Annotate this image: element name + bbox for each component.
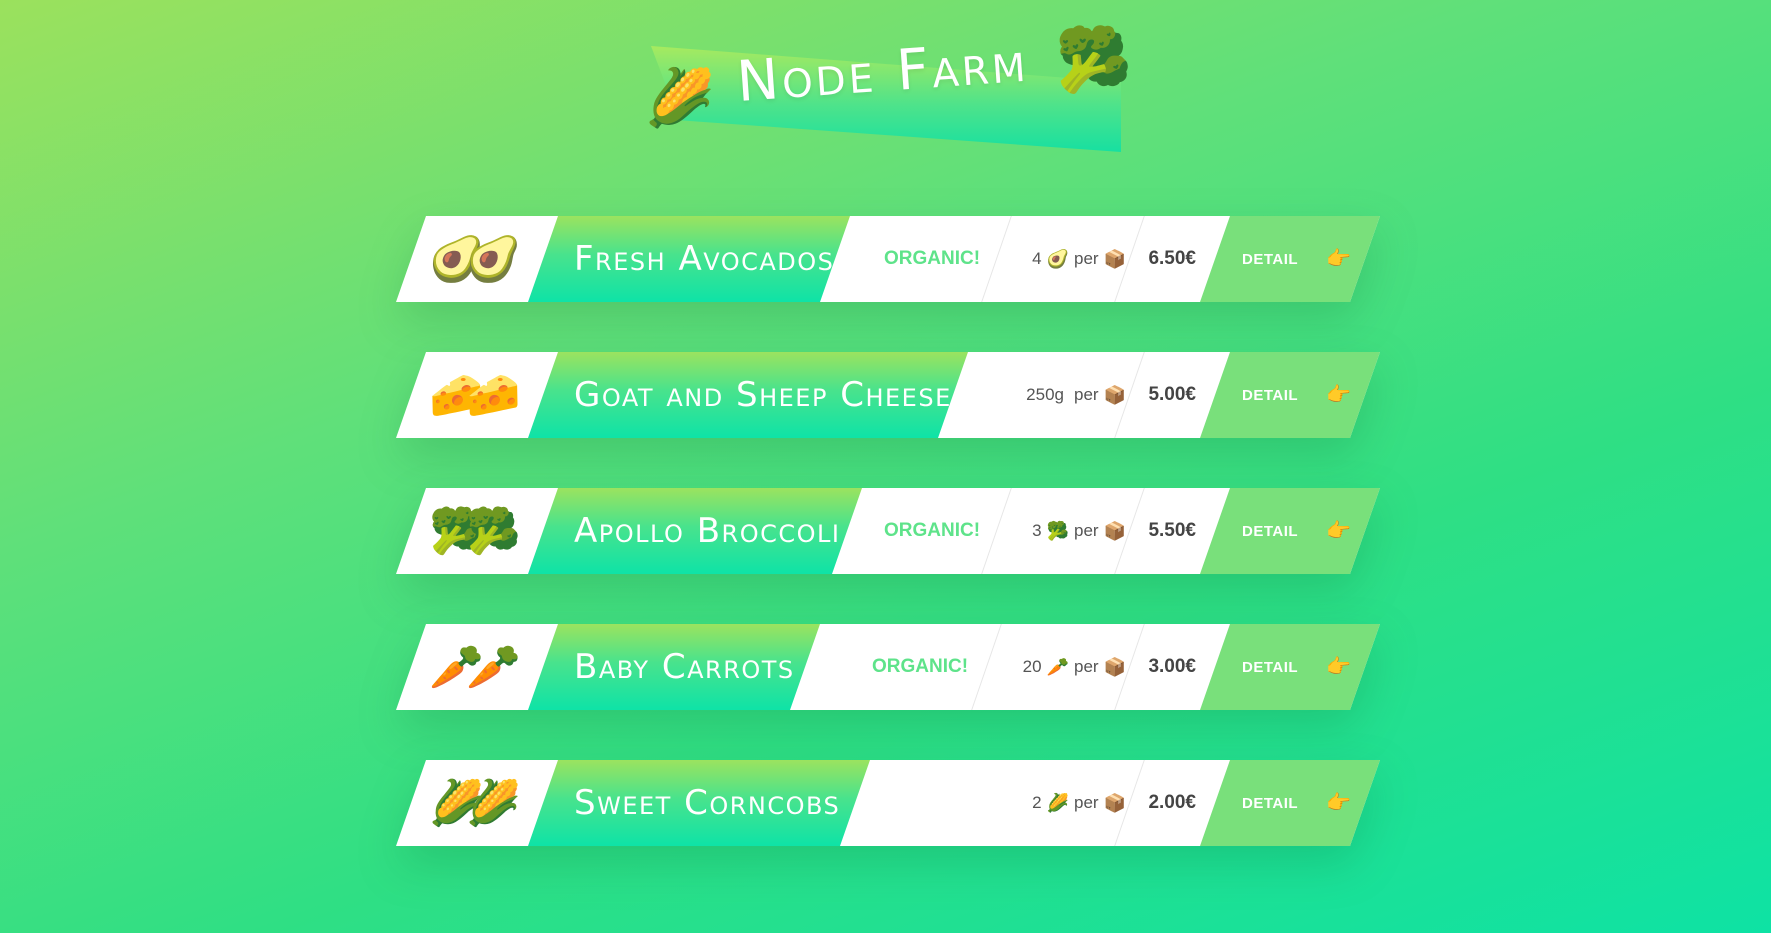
product-quantity: 2 🌽 per 📦 (1006, 760, 1126, 846)
per-label: per (1074, 385, 1099, 404)
quantity-count: 3 (1032, 521, 1042, 540)
product-name: Fresh Avocados (574, 239, 835, 279)
product-price: 3.00€ (1148, 656, 1196, 677)
detail-label: DETAIL (1242, 658, 1299, 676)
quantity-count: 250g (1026, 385, 1064, 404)
pointing-hand-icon: 👉 (1326, 792, 1351, 814)
product-name: Apollo Broccoli (574, 511, 841, 551)
detail-label: DETAIL (1242, 250, 1299, 268)
product-list: 🥑🥑 Fresh Avocados ORGANIC! 4 🥑 per 📦 6.5… (396, 216, 1380, 896)
pointing-hand-icon: 👉 (1326, 248, 1351, 270)
broccoli-icon: 🥦 (1055, 26, 1133, 95)
pointing-hand-icon: 👉 (1326, 520, 1351, 542)
product-price: 2.00€ (1148, 792, 1196, 813)
product-card: 🌽🌽 Sweet Corncobs 2 🌽 per 📦 2.00€ DETAIL… (396, 760, 1380, 846)
per-label: per (1074, 657, 1099, 676)
box-icon: 📦 (1103, 656, 1126, 677)
product-name-cell: Goat and Sheep Cheese (528, 352, 968, 438)
product-quantity: 20 🥕 per 📦 (1006, 624, 1126, 710)
broccoli-icon: 🥦🥦 (429, 507, 521, 556)
box-icon: 📦 (1103, 520, 1126, 541)
product-name: Goat and Sheep Cheese (574, 375, 952, 415)
box-icon: 📦 (1103, 384, 1126, 405)
quantity-count: 20 (1022, 657, 1042, 676)
product-price: 5.00€ (1148, 384, 1196, 405)
carrot-icon: 🥕 (1046, 656, 1069, 677)
product-card: 🥑🥑 Fresh Avocados ORGANIC! 4 🥑 per 📦 6.5… (396, 216, 1380, 302)
organic-badge: ORGANIC! (872, 656, 969, 677)
pointing-hand-icon: 👉 (1326, 384, 1351, 406)
product-quantity: 3 🥦 per 📦 (1006, 488, 1126, 574)
organic-badge: ORGANIC! (884, 520, 981, 541)
product-price: 6.50€ (1148, 248, 1196, 269)
corn-icon: 🌽 (645, 66, 715, 129)
broccoli-icon: 🥦 (1046, 520, 1069, 541)
box-icon: 📦 (1103, 248, 1126, 269)
detail-button[interactable]: DETAIL 👉 (1200, 216, 1380, 302)
product-name: Sweet Corncobs (574, 783, 841, 823)
quantity-count: 4 (1032, 249, 1042, 268)
product-name: Baby Carrots (574, 647, 795, 687)
cheese-icon: 🧀🧀 (429, 371, 521, 420)
product-quantity: 4 🥑 per 📦 (1006, 216, 1126, 302)
product-card: 🧀🧀 Goat and Sheep Cheese 250g per 📦 5.00… (396, 352, 1380, 438)
corn-icon: 🌽 (1046, 792, 1069, 813)
box-icon: 📦 (1103, 792, 1126, 813)
detail-button[interactable]: DETAIL 👉 (1200, 352, 1380, 438)
product-price: 5.50€ (1148, 520, 1196, 541)
site-header: 🌽 Node Farm 🥦 (645, 30, 1135, 160)
detail-label: DETAIL (1242, 522, 1299, 540)
product-name-cell: Baby Carrots (528, 624, 820, 710)
quantity-count: 2 (1032, 793, 1042, 812)
product-card: 🥦🥦 Apollo Broccoli ORGANIC! 3 🥦 per 📦 5.… (396, 488, 1380, 574)
pointing-hand-icon: 👉 (1326, 656, 1351, 678)
detail-label: DETAIL (1242, 794, 1299, 812)
per-label: per (1074, 793, 1099, 812)
corn-icon: 🌽🌽 (429, 779, 521, 828)
detail-button[interactable]: DETAIL 👉 (1200, 624, 1380, 710)
product-name-cell: Sweet Corncobs (528, 760, 870, 846)
detail-button[interactable]: DETAIL 👉 (1200, 760, 1380, 846)
organic-badge: ORGANIC! (884, 248, 981, 269)
detail-label: DETAIL (1242, 386, 1299, 404)
product-name-cell: Fresh Avocados (528, 216, 850, 302)
avocado-icon: 🥑 (1046, 248, 1069, 269)
per-label: per (1074, 521, 1099, 540)
detail-button[interactable]: DETAIL 👉 (1200, 488, 1380, 574)
product-name-cell: Apollo Broccoli (528, 488, 862, 574)
per-label: per (1074, 249, 1099, 268)
product-card: 🥕🥕 Baby Carrots ORGANIC! 20 🥕 per 📦 3.00… (396, 624, 1380, 710)
avocado-icon: 🥑🥑 (429, 235, 521, 284)
carrot-icon: 🥕🥕 (429, 643, 521, 692)
product-quantity: 250g per 📦 (1006, 352, 1126, 438)
